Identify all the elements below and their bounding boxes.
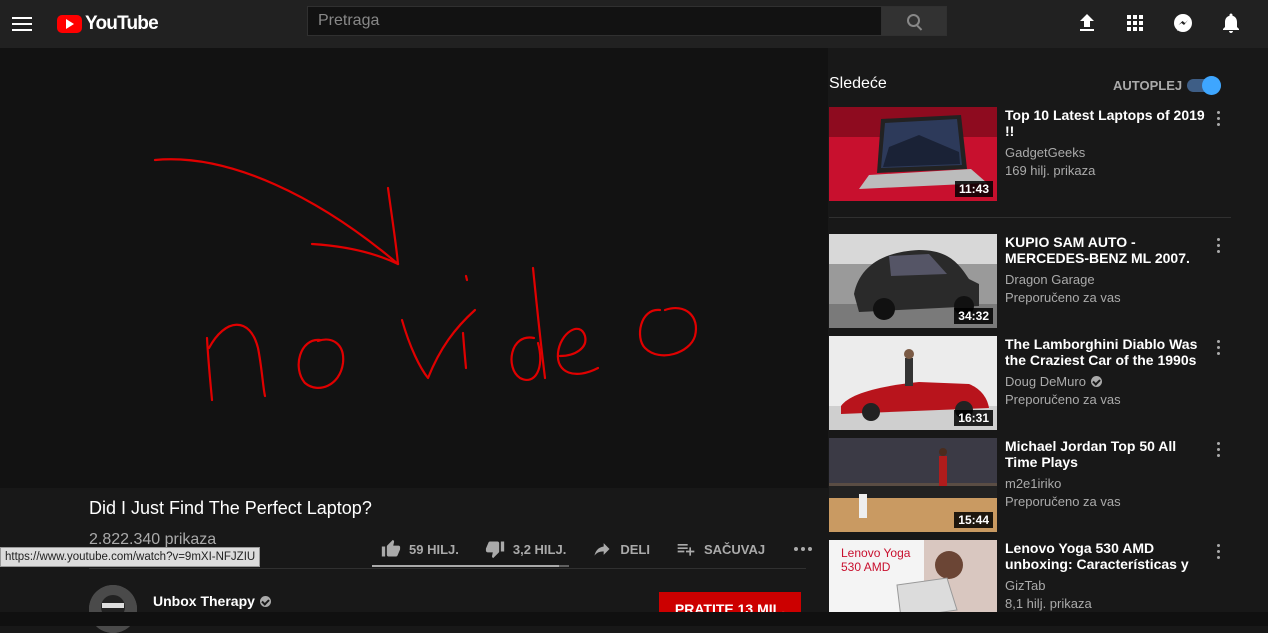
video-channel-name: GadgetGeeks [1005,145,1086,160]
sidebar-video-card[interactable]: Lenovo Yoga 530 AMD Lenovo Yoga 530 AMD … [829,540,1231,612]
video-duration: 16:31 [954,410,993,426]
video-channel: m2e1iriko [1005,476,1061,491]
more-options-icon[interactable] [1217,442,1221,458]
youtube-logo[interactable]: YouTube [57,11,159,37]
like-count: 59 HILJ. [409,541,459,557]
video-thumbnail[interactable]: 15:44 [829,438,997,532]
video-title[interactable]: Top 10 Latest Laptops of 2019 !! [1005,107,1211,139]
sidebar-video-card[interactable]: 15:44 Michael Jordan Top 50 All Time Pla… [829,438,1231,532]
video-channel-name: Doug DeMuro [1005,374,1086,389]
no-video-annotation [153,158,698,402]
video-channel: Doug DeMuro [1005,374,1102,389]
thumbs-up-icon [381,539,401,557]
video-duration: 15:44 [954,512,993,528]
video-duration: 34:32 [954,308,993,324]
search-input[interactable] [307,6,882,36]
messages-icon[interactable] [1171,11,1195,35]
more-options-icon[interactable] [1217,544,1221,560]
video-thumbnail[interactable]: Lenovo Yoga 530 AMD [829,540,997,612]
share-button[interactable]: DELI [592,539,650,559]
up-next-heading: Sledeće [829,75,887,92]
more-options-icon[interactable] [1217,111,1221,127]
video-thumbnail[interactable]: 11:43 [829,107,997,201]
divider [89,568,806,569]
like-button[interactable]: 59 HILJ. [381,539,459,559]
sidebar-video-card[interactable]: 34:32 KUPIO SAM AUTO - MERCEDES-BENZ ML … [829,234,1231,328]
video-player[interactable] [0,48,828,488]
channel-name[interactable]: Unbox Therapy [153,593,271,609]
sidebar-video-card[interactable]: 16:31 The Lamborghini Diablo Was the Cra… [829,336,1231,430]
link-url-tooltip: https://www.youtube.com/watch?v=9mXI-NFJ… [0,547,261,567]
video-meta: Preporučeno za vas [1005,494,1121,509]
video-meta: 8,1 hilj. prikaza [1005,596,1092,611]
video-meta: Preporučeno za vas [1005,290,1121,305]
video-title[interactable]: The Lamborghini Diablo Was the Craziest … [1005,336,1211,368]
more-options-icon[interactable] [1217,238,1221,254]
video-thumbnail[interactable]: 16:31 [829,336,997,430]
dislike-count: 3,2 HILJ. [512,541,567,557]
video-actions: 59 HILJ. 3,2 HILJ. DELI SAČUVAJ [372,530,849,568]
verified-icon [259,596,271,607]
save-label: SAČUVAJ [703,541,766,557]
thumbnail-caption: Lenovo Yoga 530 AMD [841,546,911,574]
top-bar: YouTube [0,0,1268,48]
video-thumbnail[interactable]: 34:32 [829,234,997,328]
more-horizontal-icon [794,547,813,551]
sentiment-bar [372,565,569,567]
youtube-play-icon [57,15,82,33]
notifications-icon[interactable] [1219,11,1243,35]
autoplay-label: AUTOPLEJ [1113,78,1183,93]
channel-name-text: Unbox Therapy [153,593,255,609]
os-taskbar [0,612,1268,626]
video-duration: 11:43 [954,181,993,197]
video-title[interactable]: Michael Jordan Top 50 All Time Plays [1005,438,1211,470]
search-bar [307,6,947,36]
sentiment-bar-fill [372,565,560,567]
video-title[interactable]: Lenovo Yoga 530 AMD unboxing: Caracterís… [1005,540,1211,572]
apps-icon[interactable] [1123,11,1147,35]
video-channel-name: Dragon Garage [1005,272,1095,287]
video-channel: Dragon Garage [1005,272,1095,287]
logo-text: YouTube [85,13,159,34]
search-icon [907,14,920,27]
video-channel-name: m2e1iriko [1005,476,1062,491]
menu-icon[interactable] [12,13,32,35]
autoplay-toggle[interactable] [1187,76,1221,95]
more-options-icon[interactable] [1217,340,1221,356]
verified-icon [1090,376,1102,387]
video-title[interactable]: KUPIO SAM AUTO - MERCEDES-BENZ ML 2007. [1005,234,1211,266]
video-meta: Preporučeno za vas [1005,392,1121,407]
sidebar-video-card[interactable]: 11:43 Top 10 Latest Laptops of 2019 !! G… [829,107,1231,201]
playlist-add-icon [677,544,695,556]
share-label: DELI [620,541,650,557]
dislike-button[interactable]: 3,2 HILJ. [485,539,566,559]
video-channel-name: GizTab [1005,578,1046,593]
search-button[interactable] [882,6,947,36]
upload-icon[interactable] [1075,11,1099,35]
video-meta: 169 hilj. prikaza [1005,163,1096,178]
toggle-knob [1202,76,1221,95]
video-channel: GizTab [1005,578,1045,593]
sidebar-separator [829,217,1231,218]
save-button[interactable]: SAČUVAJ [676,539,765,559]
share-icon [594,543,610,556]
video-channel: GadgetGeeks [1005,145,1085,160]
thumbs-down-icon [485,541,505,559]
video-title: Did I Just Find The Perfect Laptop? [89,498,372,518]
more-actions-button[interactable] [791,539,823,559]
